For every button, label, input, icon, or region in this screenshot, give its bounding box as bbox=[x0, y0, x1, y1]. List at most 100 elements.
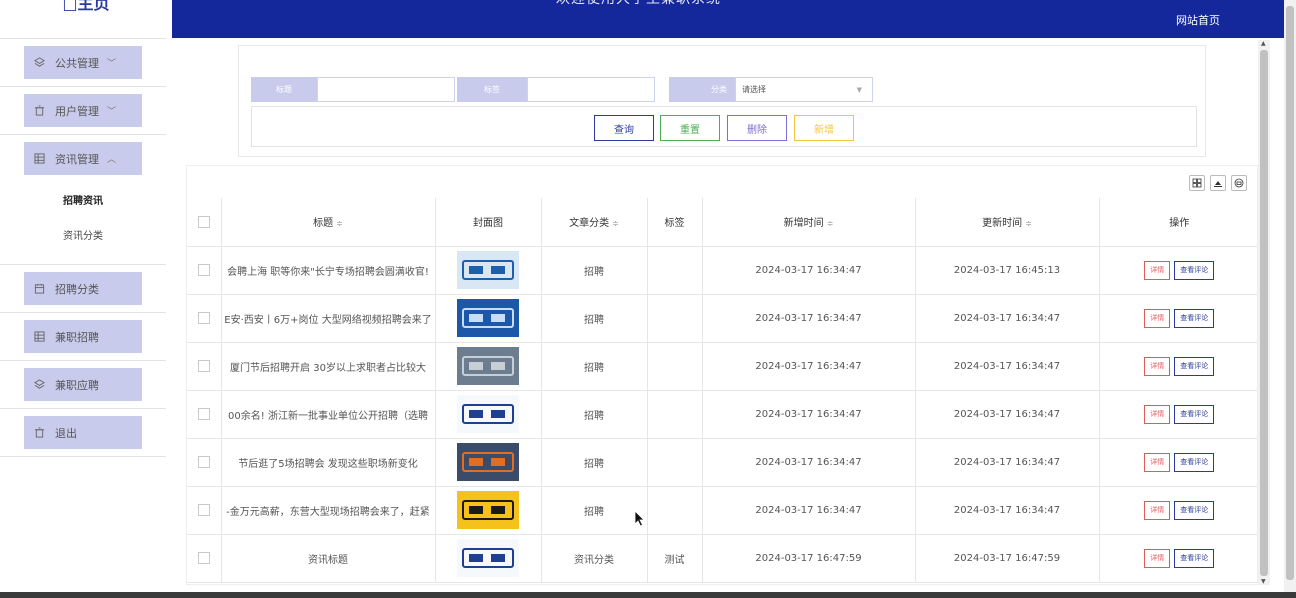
sidebar: □主页 公共管理 ﹀ 用户管理 ﹀ 资讯管理 ︿ 招聘资讯 资讯分类 招聘分类 … bbox=[0, 0, 172, 598]
export-icon[interactable] bbox=[1210, 175, 1226, 191]
category-cell: 招聘 bbox=[541, 294, 648, 343]
created-time-cell: 2024-03-17 16:34:47 bbox=[702, 294, 916, 343]
title-input[interactable] bbox=[317, 77, 455, 102]
menu-recruit-category[interactable]: 招聘分类 bbox=[24, 272, 142, 305]
column-header-created[interactable]: 新增时间 ≑ bbox=[702, 198, 916, 247]
column-header-title[interactable]: 标题 ≑ bbox=[221, 198, 436, 247]
row-checkbox[interactable] bbox=[197, 552, 210, 564]
table-row[interactable]: 00余名! 浙江新一批事业单位公开招聘（选聘 招聘 2024-03-17 16:34… bbox=[187, 390, 1257, 439]
columns-icon[interactable] bbox=[1189, 175, 1205, 191]
detail-button[interactable]: 详情 bbox=[1144, 404, 1171, 424]
table-row[interactable]: 厦门节后招聘开启 30岁以上求职者占比较大 招聘 2024-03-17 16:34:… bbox=[187, 342, 1257, 391]
detail-button[interactable]: 详情 bbox=[1144, 356, 1171, 376]
add-button[interactable]: 新增 bbox=[794, 115, 854, 141]
query-button[interactable]: 查询 bbox=[594, 115, 654, 141]
category-cell: 招聘 bbox=[541, 342, 648, 391]
column-label: 操作 bbox=[1169, 218, 1190, 230]
actions-cell: 详情 查看评论 bbox=[1099, 486, 1257, 535]
cover-cell bbox=[435, 342, 542, 391]
row-select-cell bbox=[187, 390, 222, 439]
cover-image bbox=[457, 347, 519, 385]
website-home-link[interactable]: 网站首页 bbox=[1176, 12, 1220, 28]
column-header-updated[interactable]: 更新时间 ≑ bbox=[915, 198, 1100, 247]
category-cell: 招聘 bbox=[541, 438, 648, 487]
detail-button[interactable]: 详情 bbox=[1144, 548, 1171, 568]
table-row[interactable]: 节后逛了5场招聘会 发现这些职场新变化 招聘 2024-03-17 16:34:47… bbox=[187, 438, 1257, 487]
button-group: 查询 重置 删除 新增 bbox=[251, 106, 1197, 147]
view-comments-button[interactable]: 查看评论 bbox=[1174, 548, 1215, 568]
delete-button[interactable]: 删除 bbox=[727, 115, 787, 141]
column-label: 标签 bbox=[664, 218, 685, 230]
divider bbox=[0, 456, 166, 457]
menu-public-management[interactable]: 公共管理 ﹀ bbox=[24, 46, 142, 79]
divider bbox=[0, 264, 166, 265]
row-checkbox[interactable] bbox=[197, 264, 210, 276]
row-checkbox[interactable] bbox=[197, 408, 210, 420]
row-checkbox[interactable] bbox=[197, 504, 210, 516]
tag-cell bbox=[647, 438, 703, 487]
column-header-category[interactable]: 文章分类 ≑ bbox=[541, 198, 648, 247]
view-comments-button[interactable]: 查看评论 bbox=[1174, 260, 1215, 280]
view-comments-button[interactable]: 查看评论 bbox=[1174, 500, 1215, 520]
updated-time-cell: 2024-03-17 16:34:47 bbox=[915, 486, 1100, 535]
menu-logout[interactable]: 退出 bbox=[24, 416, 142, 449]
scrollbar-thumb[interactable] bbox=[1260, 50, 1268, 576]
scroll-down-icon[interactable]: ▼ bbox=[1261, 578, 1266, 585]
detail-button[interactable]: 详情 bbox=[1144, 308, 1171, 328]
divider bbox=[0, 312, 166, 313]
table-toolbar bbox=[1189, 175, 1247, 191]
submenu-news-category[interactable]: 资讯分类 bbox=[0, 227, 166, 242]
table-row[interactable]: E安·西安丨6万+岗位 大型网络视频招聘会来了 招聘 2024-03-17 16:3… bbox=[187, 294, 1257, 343]
table-row[interactable]: -金万元高薪，东营大型现场招聘会来了，赶紧 招聘 2024-03-17 16:34:… bbox=[187, 486, 1257, 535]
table-row[interactable]: 资讯标题 资讯分类 测试 2024-03-17 16:47:59 2024-03-17 … bbox=[187, 534, 1257, 583]
row-checkbox[interactable] bbox=[197, 456, 210, 468]
menu-parttime-jobs[interactable]: 兼职招聘 bbox=[24, 320, 142, 353]
row-checkbox[interactable] bbox=[197, 360, 210, 372]
tag-input[interactable] bbox=[527, 77, 655, 102]
print-icon[interactable] bbox=[1231, 175, 1247, 191]
sort-icon: ≑ bbox=[336, 219, 343, 229]
actions-cell: 详情 查看评论 bbox=[1099, 534, 1257, 583]
title-cell: E安·西安丨6万+岗位 大型网络视频招聘会来了 bbox=[221, 294, 436, 343]
page-scrollbar[interactable] bbox=[1284, 0, 1296, 592]
row-select-cell bbox=[187, 294, 222, 343]
updated-time-cell: 2024-03-17 16:34:47 bbox=[915, 342, 1100, 391]
created-time-cell: 2024-03-17 16:47:59 bbox=[702, 534, 916, 583]
table-scrollbar[interactable]: ▲ ▼ bbox=[1258, 40, 1270, 585]
row-select-cell bbox=[187, 534, 222, 583]
menu-label: 用户管理 bbox=[55, 104, 99, 118]
reset-button[interactable]: 重置 bbox=[660, 115, 720, 141]
select-all-checkbox[interactable] bbox=[197, 215, 210, 228]
view-comments-button[interactable]: 查看评论 bbox=[1174, 404, 1215, 424]
menu-parttime-applications[interactable]: 兼职应聘 bbox=[24, 368, 142, 401]
scroll-up-icon[interactable]: ▲ bbox=[1261, 40, 1266, 47]
scrollbar-thumb[interactable] bbox=[1286, 6, 1294, 580]
category-select[interactable]: 请选择 ▼ bbox=[735, 77, 873, 102]
created-time-cell: 2024-03-17 16:34:47 bbox=[702, 246, 916, 295]
table-header-row: 标题 ≑ 封面图 文章分类 ≑ 标签 新增时间 ≑ 更新时间 ≑ 操作 bbox=[187, 198, 1257, 247]
menu-label: 资讯管理 bbox=[55, 152, 99, 166]
title-cell: 资讯标题 bbox=[221, 534, 436, 583]
layers-icon bbox=[33, 57, 45, 69]
column-label: 标题 bbox=[313, 218, 334, 230]
divider bbox=[0, 408, 166, 409]
tag-cell bbox=[647, 294, 703, 343]
view-comments-button[interactable]: 查看评论 bbox=[1174, 308, 1215, 328]
table-row[interactable]: 会聘上海 职等你来"长宁专场招聘会圆满收官! 招聘 2024-03-17 16:34… bbox=[187, 246, 1257, 295]
detail-button[interactable]: 详情 bbox=[1144, 452, 1171, 472]
row-checkbox[interactable] bbox=[197, 312, 210, 324]
sort-icon: ≑ bbox=[1025, 219, 1032, 229]
detail-button[interactable]: 详情 bbox=[1144, 500, 1171, 520]
menu-user-management[interactable]: 用户管理 ﹀ bbox=[24, 94, 142, 127]
trash-icon bbox=[33, 105, 45, 117]
category-cell: 招聘 bbox=[541, 486, 648, 535]
detail-button[interactable]: 详情 bbox=[1144, 260, 1171, 280]
home-title[interactable]: □主页 bbox=[0, 0, 172, 14]
menu-label: 兼职招聘 bbox=[55, 330, 99, 344]
view-comments-button[interactable]: 查看评论 bbox=[1174, 356, 1215, 376]
submenu-recruit-news[interactable]: 招聘资讯 bbox=[0, 192, 166, 207]
tag-cell bbox=[647, 342, 703, 391]
view-comments-button[interactable]: 查看评论 bbox=[1174, 452, 1215, 472]
cover-cell bbox=[435, 486, 542, 535]
menu-news-management[interactable]: 资讯管理 ︿ bbox=[24, 142, 142, 175]
